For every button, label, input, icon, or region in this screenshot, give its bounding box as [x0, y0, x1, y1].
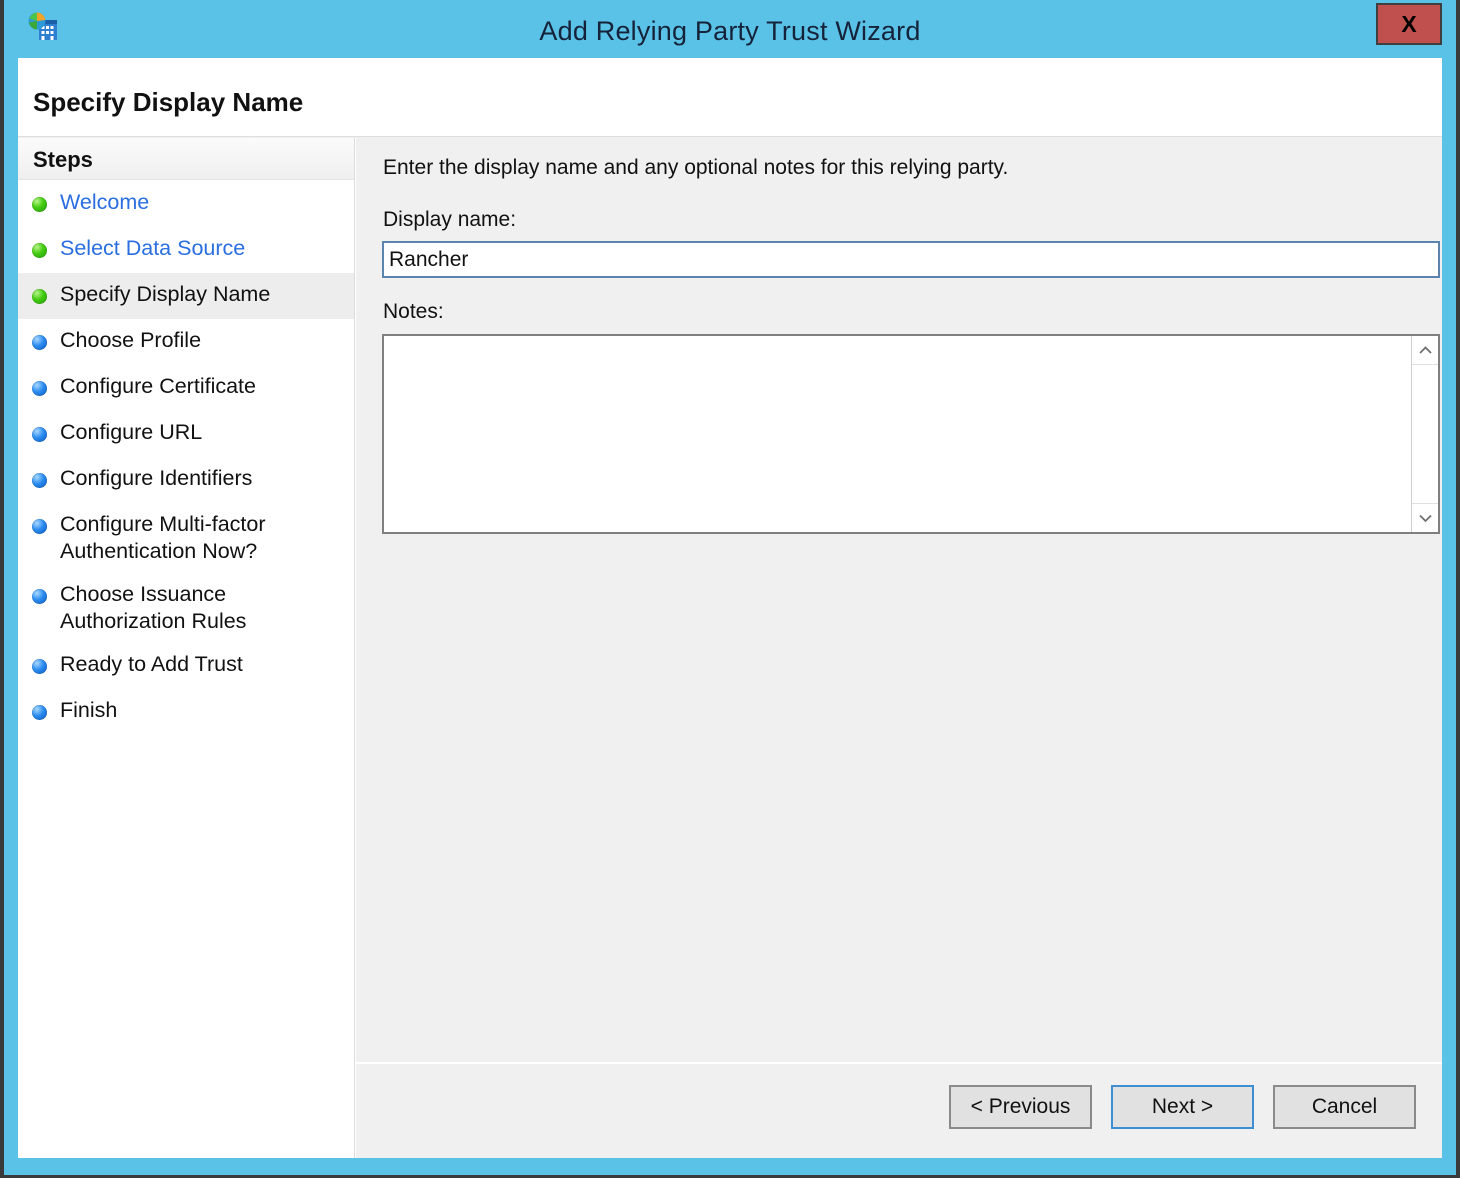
step-status-icon	[32, 427, 47, 442]
step-status-icon	[32, 243, 47, 258]
sidebar-item-label: Finish	[60, 697, 117, 724]
sidebar-item-label: Configure URL	[60, 419, 202, 446]
chevron-down-icon[interactable]	[1412, 504, 1438, 532]
sidebar-item-choose-profile[interactable]: Choose Profile	[18, 319, 354, 365]
body-area: Steps Welcome Select Data Source Specify…	[18, 138, 1442, 1158]
step-status-icon	[32, 289, 47, 304]
page-title: Specify Display Name	[33, 87, 303, 118]
next-button[interactable]: Next >	[1111, 1085, 1254, 1129]
step-status-icon	[32, 589, 47, 604]
chevron-up-icon[interactable]	[1412, 336, 1438, 364]
sidebar-item-configure-certificate[interactable]: Configure Certificate	[18, 365, 354, 411]
sidebar-item-label: Select Data Source	[60, 235, 245, 262]
footer-bar: < Previous Next > Cancel	[356, 1062, 1442, 1158]
notes-scrollbar[interactable]	[1411, 336, 1438, 532]
notes-textarea[interactable]	[384, 336, 1411, 532]
notes-field-wrapper	[382, 334, 1440, 534]
sidebar-item-label: Configure Multi-factor Authentication No…	[60, 511, 310, 565]
sidebar-item-select-data-source[interactable]: Select Data Source	[18, 227, 354, 273]
intro-text: Enter the display name and any optional …	[383, 156, 1008, 180]
step-status-icon	[32, 705, 47, 720]
scrollbar-track[interactable]	[1412, 364, 1438, 504]
footer-buttons: < Previous Next > Cancel	[949, 1085, 1416, 1129]
sidebar-item-ready-to-add-trust[interactable]: Ready to Add Trust	[18, 643, 354, 689]
cancel-button[interactable]: Cancel	[1273, 1085, 1416, 1129]
step-status-icon	[32, 381, 47, 396]
step-status-icon	[32, 473, 47, 488]
sidebar-item-label: Choose Profile	[60, 327, 201, 354]
sidebar-item-finish[interactable]: Finish	[18, 689, 354, 735]
step-status-icon	[32, 197, 47, 212]
display-name-label: Display name:	[383, 208, 516, 232]
steps-sidebar: Steps Welcome Select Data Source Specify…	[18, 138, 355, 1158]
steps-list: Welcome Select Data Source Specify Displ…	[18, 181, 354, 735]
sidebar-item-label: Configure Certificate	[60, 373, 256, 400]
sidebar-item-welcome[interactable]: Welcome	[18, 181, 354, 227]
sidebar-item-label: Choose Issuance Authorization Rules	[60, 581, 310, 635]
sidebar-item-specify-display-name[interactable]: Specify Display Name	[18, 273, 354, 319]
steps-header: Steps	[18, 138, 354, 180]
title-bar: Add Relying Party Trust Wizard X	[4, 0, 1456, 62]
previous-button[interactable]: < Previous	[949, 1085, 1092, 1129]
sidebar-item-label: Ready to Add Trust	[60, 651, 243, 678]
main-panel: Enter the display name and any optional …	[356, 138, 1442, 1158]
display-name-input[interactable]	[382, 241, 1440, 278]
notes-label: Notes:	[383, 300, 444, 324]
sidebar-item-configure-identifiers[interactable]: Configure Identifiers	[18, 457, 354, 503]
steps-header-label: Steps	[33, 147, 93, 173]
sidebar-item-configure-url[interactable]: Configure URL	[18, 411, 354, 457]
sidebar-item-choose-issuance-authorization-rules[interactable]: Choose Issuance Authorization Rules	[18, 573, 354, 643]
sidebar-item-label: Welcome	[60, 189, 149, 216]
wizard-window: Add Relying Party Trust Wizard X Specify…	[4, 0, 1456, 1175]
sidebar-item-label: Configure Identifiers	[60, 465, 252, 492]
step-status-icon	[32, 659, 47, 674]
step-status-icon	[32, 335, 47, 350]
window-title: Add Relying Party Trust Wizard	[4, 0, 1456, 62]
page-header: Specify Display Name	[18, 58, 1442, 137]
step-status-icon	[32, 519, 47, 534]
sidebar-item-label: Specify Display Name	[60, 281, 270, 308]
client-area: Specify Display Name Steps Welcome Selec…	[18, 58, 1442, 1158]
close-button[interactable]: X	[1376, 3, 1442, 45]
sidebar-item-configure-multifactor-auth[interactable]: Configure Multi-factor Authentication No…	[18, 503, 354, 573]
